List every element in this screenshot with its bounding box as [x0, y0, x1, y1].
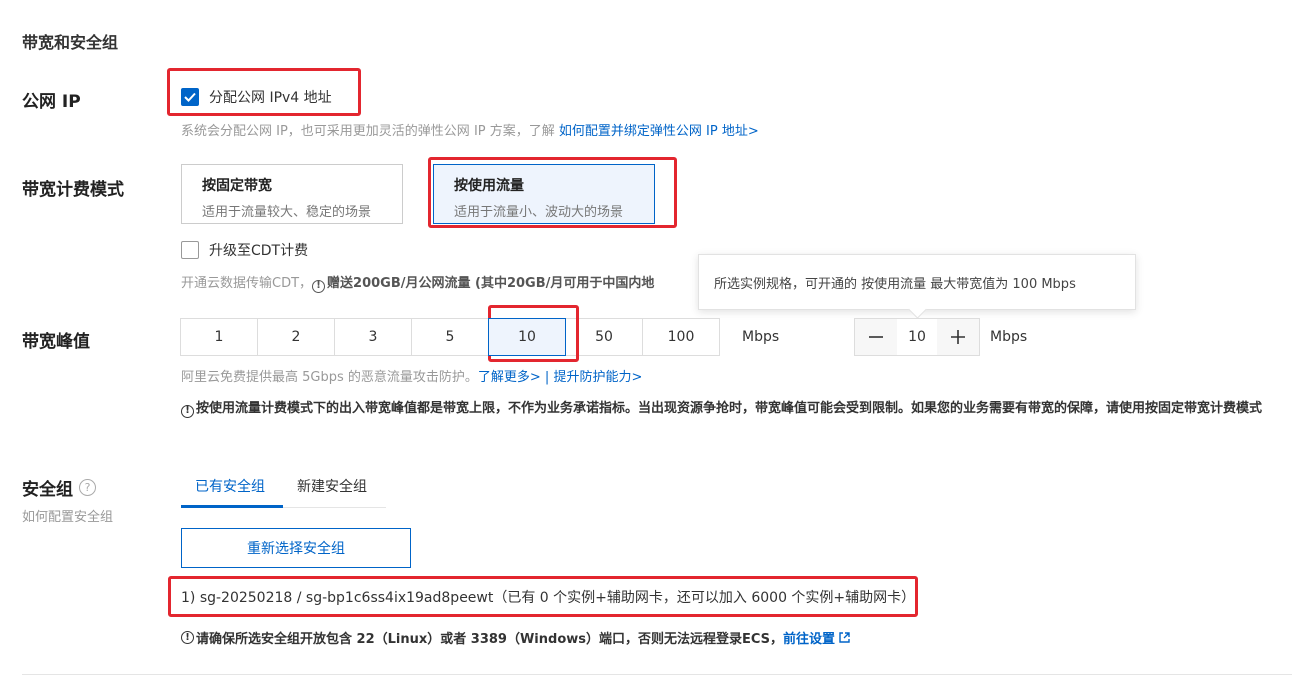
- selected-security-group: 1) sg-20250218 / sg-bp1c6ss4ix19ad8peewt…: [181, 590, 916, 606]
- security-group-label: 安全组: [22, 480, 73, 500]
- checkbox-checked-icon[interactable]: [181, 88, 199, 106]
- tab-existing-security-group[interactable]: 已有安全组: [195, 476, 265, 496]
- bandwidth-option-3[interactable]: 3: [334, 318, 412, 356]
- learn-more-link[interactable]: 了解更多>: [478, 370, 541, 385]
- reselect-security-group-button[interactable]: 重新选择安全组: [181, 528, 411, 568]
- max-bandwidth-tooltip: 所选实例规格，可开通的 按使用流量 最大带宽值为 100 Mbps: [698, 254, 1136, 319]
- cdt-gift-text: 赠送200GB/月公网流量 (其中20GB/月可用于中国内地: [327, 276, 655, 291]
- security-group-warning-text: 请确保所选安全组开放包含 22（Linux）或者 3389（Windows）端口…: [196, 632, 784, 647]
- bottom-divider: [22, 674, 1292, 675]
- warning-icon: !: [181, 404, 194, 418]
- ddos-hint-text: 阿里云免费提供最高 5Gbps 的恶意流量攻击防护。: [181, 370, 478, 385]
- bandwidth-option-10[interactable]: 10: [488, 318, 566, 356]
- cdt-hint: 开通云数据传输CDT，! 赠送200GB/月公网流量 (其中20GB/月可用于中国…: [181, 272, 701, 293]
- cdt-hint-text: 开通云数据传输CDT，: [181, 276, 313, 291]
- security-group-warning: ! 请确保所选安全组开放包含 22（Linux）或者 3389（Windows）端…: [181, 628, 851, 647]
- eip-help-link[interactable]: 如何配置并绑定弹性公网 IP 地址>: [559, 124, 759, 139]
- fixed-bandwidth-title: 按固定带宽: [202, 178, 272, 194]
- plus-icon[interactable]: [937, 319, 979, 355]
- tab-new-security-group[interactable]: 新建安全组: [297, 476, 367, 496]
- warning-icon: !: [181, 631, 194, 644]
- bandwidth-warning-text: 按使用流量计费模式下的出入带宽峰值都是带宽上限，不作为业务承诺指标。当出现资源争…: [196, 401, 1263, 416]
- active-tab-indicator: [181, 505, 283, 508]
- minus-icon[interactable]: [855, 319, 897, 355]
- bandwidth-unit: Mbps: [742, 329, 780, 345]
- bandwidth-option-5[interactable]: 5: [411, 318, 489, 356]
- fixed-bandwidth-card[interactable]: 按固定带宽 适用于流量较大、稳定的场景: [181, 164, 403, 224]
- security-group-label-row: 安全组 ?: [22, 475, 96, 500]
- bandwidth-option-2[interactable]: 2: [257, 318, 335, 356]
- external-link-icon[interactable]: [838, 631, 851, 644]
- ddos-hint: 阿里云免费提供最高 5Gbps 的恶意流量攻击防护。了解更多> | 提升防护能力…: [181, 366, 642, 385]
- bandwidth-stepper: 10: [854, 318, 980, 356]
- link-separator: |: [540, 370, 554, 385]
- billing-mode-label: 带宽计费模式: [22, 180, 124, 200]
- assign-ipv4-checkbox[interactable]: 分配公网 IPv4 地址: [181, 87, 332, 107]
- bandwidth-stepper-value[interactable]: 10: [897, 319, 937, 355]
- upgrade-protection-link[interactable]: 提升防护能力>: [553, 370, 642, 385]
- pay-by-traffic-card[interactable]: 按使用流量 适用于流量小、波动大的场景: [433, 164, 655, 224]
- tooltip-text: 所选实例规格，可开通的 按使用流量 最大带宽值为 100 Mbps: [714, 276, 1076, 292]
- bandwidth-option-100[interactable]: 100: [642, 318, 720, 356]
- fixed-bandwidth-desc: 适用于流量较大、稳定的场景: [202, 205, 372, 220]
- bandwidth-option-1[interactable]: 1: [180, 318, 258, 356]
- public-ip-hint-text: 系统会分配公网 IP，也可采用更加灵活的弹性公网 IP 方案，了解: [181, 124, 555, 139]
- cdt-label: 升级至CDT计费: [209, 243, 309, 259]
- public-ip-label: 公网 IP: [22, 92, 81, 112]
- pay-by-traffic-title: 按使用流量: [454, 178, 524, 194]
- pay-by-traffic-desc: 适用于流量小、波动大的场景: [454, 205, 624, 220]
- tooltip-arrow: [908, 300, 927, 319]
- bandwidth-options: 1 2 3 5 10 50 100: [180, 318, 720, 356]
- info-icon: !: [312, 279, 326, 293]
- security-group-sublabel[interactable]: 如何配置安全组: [22, 506, 113, 525]
- section-title: 带宽和安全组: [22, 33, 119, 52]
- go-settings-link[interactable]: 前往设置: [783, 628, 835, 647]
- stepper-unit: Mbps: [990, 329, 1028, 345]
- checkbox-unchecked-icon[interactable]: [181, 241, 199, 259]
- bandwidth-peak-label: 带宽峰值: [22, 332, 90, 352]
- assign-ipv4-label: 分配公网 IPv4 地址: [209, 90, 332, 106]
- public-ip-hint: 系统会分配公网 IP，也可采用更加灵活的弹性公网 IP 方案，了解 如何配置并绑…: [181, 120, 759, 139]
- bandwidth-warning: ! 按使用流量计费模式下的出入带宽峰值都是带宽上限，不作为业务承诺指标。当出现资源…: [181, 397, 1281, 421]
- cdt-checkbox[interactable]: 升级至CDT计费: [181, 240, 308, 260]
- question-circle-icon[interactable]: ?: [79, 479, 96, 496]
- bandwidth-option-50[interactable]: 50: [565, 318, 643, 356]
